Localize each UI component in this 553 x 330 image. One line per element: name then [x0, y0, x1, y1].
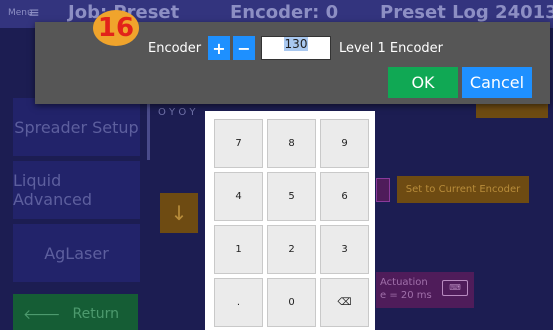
key-9[interactable]: 9	[320, 119, 369, 168]
key-4[interactable]: 4	[214, 172, 263, 221]
sidebar-item-liquid-advanced[interactable]: Liquid Advanced	[13, 161, 140, 219]
key-6[interactable]: 6	[320, 172, 369, 221]
numeric-keypad: 7 8 9 4 5 6 1 2 3 . 0 ⌫	[205, 111, 375, 330]
key-8[interactable]: 8	[267, 119, 316, 168]
key-1[interactable]: 1	[214, 225, 263, 274]
encoder-value-input[interactable]: 130	[261, 36, 331, 60]
log-title: Preset Log 240130	[380, 2, 553, 23]
key-7[interactable]: 7	[214, 119, 263, 168]
increment-button[interactable]: +	[208, 36, 230, 60]
return-button[interactable]: 🡐 Return	[13, 294, 138, 330]
key-2[interactable]: 2	[267, 225, 316, 274]
sidebar-item-spreader-setup[interactable]: Spreader Setup	[13, 98, 140, 156]
key-0[interactable]: 0	[267, 278, 316, 327]
key-5[interactable]: 5	[267, 172, 316, 221]
ok-button[interactable]: OK	[388, 67, 458, 98]
step-number-badge: 16	[93, 10, 139, 46]
level-label: Level 1 Encoder	[339, 41, 443, 56]
sidebar-item-aglaser[interactable]: AgLaser	[13, 224, 140, 282]
encoder-value: 130	[283, 37, 309, 51]
move-down-button[interactable]: ↓	[160, 193, 198, 233]
arrow-left-icon: 🡐	[23, 306, 61, 323]
keyboard-icon: ⌨	[442, 280, 468, 296]
key-decimal[interactable]: .	[214, 278, 263, 327]
return-label: Return	[72, 306, 120, 322]
purple-small-button[interactable]	[376, 178, 390, 202]
arrow-down-icon: ↓	[170, 201, 188, 225]
encoder-label: Encoder	[148, 41, 202, 56]
actuation-button[interactable]: Actuation e = 20 ms ⌨	[376, 272, 474, 308]
backspace-icon[interactable]: ⌫	[320, 278, 369, 327]
encoder-title: Encoder: 0	[230, 2, 339, 23]
cancel-button[interactable]: Cancel	[462, 67, 532, 98]
hamburger-icon[interactable]: ≡	[28, 5, 40, 21]
set-to-current-encoder-button[interactable]: Set to Current Encoder	[397, 176, 529, 203]
key-3[interactable]: 3	[320, 225, 369, 274]
decrement-button[interactable]: −	[233, 36, 255, 60]
